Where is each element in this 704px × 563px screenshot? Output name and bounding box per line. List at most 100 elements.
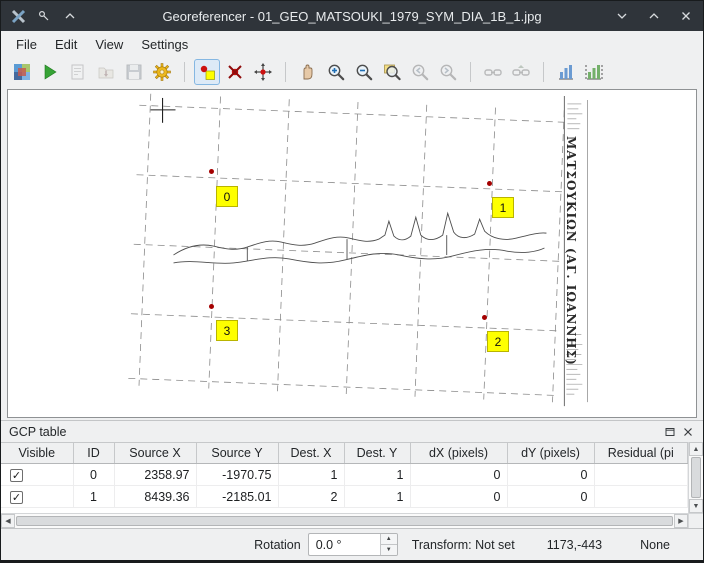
col-residual[interactable]: Residual (pi [594,443,688,464]
cell-dest-y[interactable]: 1 [344,464,410,486]
canvas-area: ΜΑΤΣΟΥΚΙΩΝ (ΑΓ. ΙΩΑΝΝΗΣ) 0 1 2 3 [1,87,703,420]
pin-icon[interactable] [35,7,53,25]
zoom-out-icon [354,62,374,82]
zoom-out-button[interactable] [351,59,377,85]
cell-residual[interactable] [594,464,688,486]
cell-dx[interactable]: 0 [410,486,507,508]
cell-dy[interactable]: 0 [507,486,594,508]
delete-point-button[interactable] [222,59,248,85]
minimize-icon[interactable] [613,7,631,25]
gcp-point-1[interactable] [487,181,492,186]
start-georeferencing-button[interactable] [37,59,63,85]
save-gcp-points-button[interactable] [121,59,147,85]
float-panel-icon[interactable] [663,425,677,439]
zoom-in-button[interactable] [323,59,349,85]
zoom-last-button[interactable] [407,59,433,85]
table-horizontal-scrollbar[interactable]: ◀ ▶ [1,513,688,528]
app-icon [9,7,27,25]
open-raster-button[interactable] [9,59,35,85]
cell-residual[interactable] [594,486,688,508]
scroll-down-icon[interactable]: ▼ [689,499,703,513]
pan-button[interactable] [295,59,321,85]
toolbar-separator [470,62,471,82]
cursor-coords: 1173,-443 [547,538,602,552]
gcp-point-0[interactable] [209,169,214,174]
scroll-up-icon[interactable]: ▲ [689,442,703,456]
gcp-label-2[interactable]: 2 [487,331,509,352]
col-dest-x[interactable]: Dest. X [278,443,344,464]
cell-source-y[interactable]: -2185.01 [196,486,278,508]
horizontal-scroll-thumb[interactable] [16,516,673,526]
link-georeferencer-to-qgis-button[interactable] [480,59,506,85]
cell-visible[interactable]: ✓ [1,486,73,508]
gcp-table: Visible ID Source X Source Y Dest. X Des… [1,442,703,528]
menu-settings[interactable]: Settings [132,34,197,55]
gcp-point-2[interactable] [482,315,487,320]
crosshair-cursor [151,98,176,123]
gcp-label-3[interactable]: 3 [216,320,238,341]
close-panel-icon[interactable] [681,425,695,439]
generate-gdal-script-button[interactable] [65,59,91,85]
col-dest-y[interactable]: Dest. Y [344,443,410,464]
cell-dest-y[interactable]: 1 [344,486,410,508]
load-gcp-points-button[interactable] [93,59,119,85]
col-dy[interactable]: dY (pixels) [507,443,594,464]
load-gcp-points-icon [96,62,116,82]
zoom-next-button[interactable] [435,59,461,85]
shade-icon[interactable] [61,7,79,25]
vertical-scroll-thumb[interactable] [691,457,701,498]
move-gcp-point-button[interactable] [250,59,276,85]
visible-checkbox[interactable]: ✓ [10,469,23,482]
local-histogram-stretch-button[interactable] [581,59,607,85]
table-row[interactable]: ✓ 1 8439.36 -2185.01 2 1 0 0 [1,486,688,508]
full-histogram-stretch-icon [556,62,576,82]
cell-source-x[interactable]: 2358.97 [114,464,196,486]
cell-source-x[interactable]: 8439.36 [114,486,196,508]
rotation-spinbox[interactable]: ▲ ▼ [308,533,398,556]
start-georeferencing-icon [40,62,60,82]
pan-hand-icon [298,62,318,82]
scroll-left-icon[interactable]: ◀ [1,514,15,528]
gcp-table-dock-header: GCP table [1,420,703,442]
scroll-right-icon[interactable]: ▶ [674,514,688,528]
menu-edit[interactable]: Edit [46,34,86,55]
col-dx[interactable]: dX (pixels) [410,443,507,464]
visible-checkbox[interactable]: ✓ [10,491,23,504]
cell-dy[interactable]: 0 [507,464,594,486]
cell-dest-x[interactable]: 2 [278,486,344,508]
menu-file[interactable]: File [7,34,46,55]
titlebar[interactable]: Georeferencer - 01_GEO_MATSOUKI_1979_SYM… [1,1,703,31]
link-qgis-to-georeferencer-button[interactable] [508,59,534,85]
map-canvas[interactable]: ΜΑΤΣΟΥΚΙΩΝ (ΑΓ. ΙΩΑΝΝΗΣ) 0 1 2 3 [7,89,697,418]
spin-down-icon[interactable]: ▼ [381,545,397,555]
maximize-icon[interactable] [645,7,663,25]
delete-point-icon [225,62,245,82]
close-icon[interactable] [677,7,695,25]
table-vertical-scrollbar[interactable]: ▲ ▼ [688,442,703,513]
rotation-input[interactable] [309,534,380,555]
col-source-x[interactable]: Source X [114,443,196,464]
map-greek-title: ΜΑΤΣΟΥΚΙΩΝ (ΑΓ. ΙΩΑΝΝΗΣ) [564,136,578,366]
cell-visible[interactable]: ✓ [1,464,73,486]
col-id[interactable]: ID [73,443,114,464]
full-histogram-stretch-button[interactable] [553,59,579,85]
gcp-point-3[interactable] [209,304,214,309]
menu-view[interactable]: View [86,34,132,55]
transformation-settings-button[interactable] [149,59,175,85]
cell-dest-x[interactable]: 1 [278,464,344,486]
cell-source-y[interactable]: -1970.75 [196,464,278,486]
cell-id[interactable]: 0 [73,464,114,486]
spin-up-icon[interactable]: ▲ [381,534,397,545]
add-point-button[interactable] [194,59,220,85]
scanned-map-image [8,90,696,417]
col-visible[interactable]: Visible [1,443,73,464]
cell-id[interactable]: 1 [73,486,114,508]
gcp-label-1[interactable]: 1 [492,197,514,218]
zoom-to-layer-button[interactable] [379,59,405,85]
cell-dx[interactable]: 0 [410,464,507,486]
gcp-label-0[interactable]: 0 [216,186,238,207]
save-gcp-points-icon [124,62,144,82]
table-row[interactable]: ✓ 0 2358.97 -1970.75 1 1 0 0 [1,464,688,486]
map-parcel-lines [174,213,547,263]
col-source-y[interactable]: Source Y [196,443,278,464]
